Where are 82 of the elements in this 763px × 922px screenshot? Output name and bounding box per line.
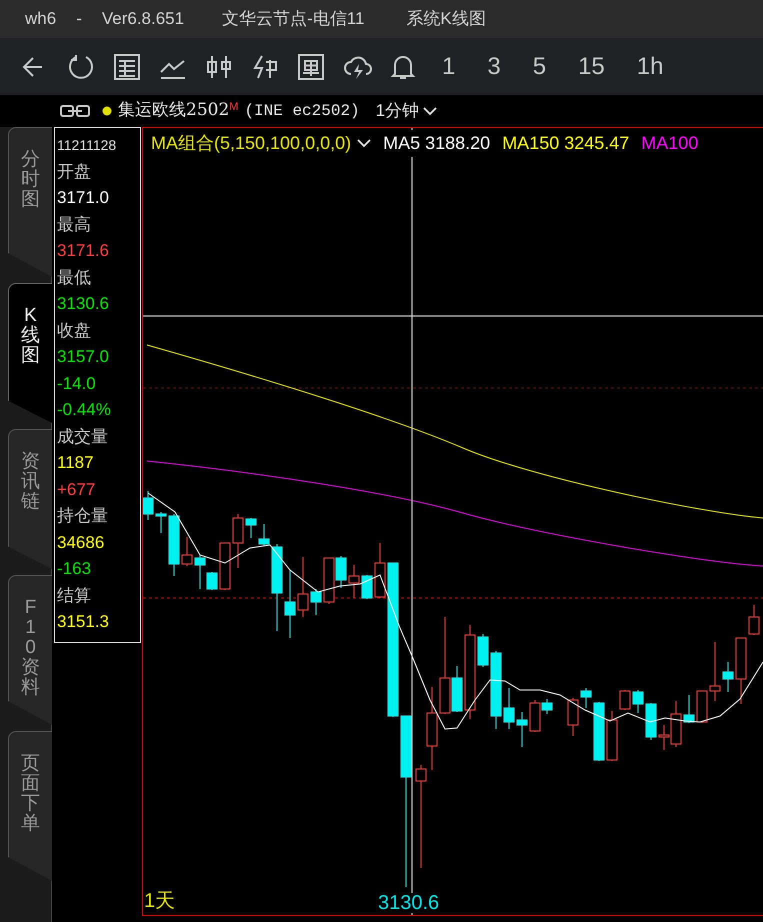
candlestick <box>580 688 592 708</box>
side-tab[interactable]: 分时图 <box>8 127 52 277</box>
quote-text: 结算 <box>57 584 92 606</box>
app-name: wh6 <box>25 8 56 30</box>
quote-text: 开盘 <box>57 160 92 182</box>
period-button[interactable]: 1h <box>628 48 672 84</box>
candlestick <box>722 662 734 692</box>
order-form-icon[interactable] <box>296 52 326 82</box>
period-button[interactable]: 1 <box>434 48 464 84</box>
ma-legend: MA5 3188.20 <box>383 130 490 157</box>
period-button[interactable]: 3 <box>479 48 509 84</box>
candlestick <box>748 604 760 636</box>
quote-text: 成交量 <box>57 426 109 448</box>
ma-legend: MA150 3245.47 <box>502 130 630 157</box>
status-dot <box>102 106 112 116</box>
candlestick <box>736 638 746 704</box>
candlestick <box>646 702 656 740</box>
candlestick <box>348 564 360 598</box>
quote-text: -163 <box>57 558 92 580</box>
quote-text: 11211128 <box>57 136 118 155</box>
candlestick <box>632 690 644 714</box>
ma-legend: MA100 <box>641 130 698 157</box>
ma-group-dropdown[interactable]: MA组合(5,150,100,0,0,0) <box>151 130 372 157</box>
candlestick <box>232 514 244 568</box>
quote-text: 最低 <box>57 266 92 288</box>
candlestick <box>246 518 256 538</box>
candlestick <box>710 642 720 702</box>
contract-code: (INE ec2502) <box>244 101 360 122</box>
quote-text: -0.44% <box>57 399 112 421</box>
candlestick <box>143 490 154 520</box>
candlestick <box>298 556 308 618</box>
candlestick <box>516 712 528 748</box>
period-button[interactable]: 15 <box>570 48 613 84</box>
price-label: 3130.6 <box>378 893 440 913</box>
candlestick <box>258 524 270 546</box>
candlestick <box>684 694 694 724</box>
version-text: Ver6.8.651 <box>102 8 184 30</box>
server-name: 文华云节点-电信11 <box>222 8 364 30</box>
candlestick <box>284 570 296 638</box>
link-icon[interactable] <box>60 104 90 118</box>
candlestick <box>606 710 618 762</box>
candlestick <box>504 688 514 730</box>
quote-text: 1187 <box>57 452 95 474</box>
view-title: 系统K线图 <box>406 8 486 30</box>
candlestick <box>362 574 372 600</box>
caret-icon <box>357 139 372 148</box>
candlestick <box>324 558 334 604</box>
quote-text: +677 <box>57 478 96 500</box>
candlestick <box>374 542 386 598</box>
candlestick <box>478 634 488 668</box>
candlestick <box>220 542 230 590</box>
title-separator: - <box>76 8 82 30</box>
quote-text: 最高 <box>57 214 92 236</box>
period-button[interactable]: 5 <box>524 48 554 84</box>
candlestick <box>156 512 166 534</box>
candlestick <box>168 514 180 576</box>
period-dropdown[interactable]: 1分钟 <box>376 98 438 124</box>
candlestick <box>620 690 630 710</box>
contract-name: 集运欧线2502 <box>118 99 230 122</box>
quote-text: 3157.0 <box>57 346 110 368</box>
quote-text: 3171.0 <box>57 187 110 209</box>
side-tab[interactable]: K线图 <box>8 283 52 423</box>
candlestick <box>568 698 578 736</box>
period-label: 1天 <box>144 891 176 911</box>
quote-text: 3130.6 <box>57 293 110 315</box>
candlestick <box>182 536 192 566</box>
list-icon[interactable] <box>112 52 142 82</box>
side-tab[interactable]: F10资料 <box>8 575 52 725</box>
quote-text: 3151.3 <box>57 611 110 633</box>
contract-mark: M <box>229 100 238 115</box>
caret-icon <box>423 106 438 116</box>
quote-text: -14.0 <box>57 372 97 394</box>
candlestick <box>310 588 322 616</box>
quote-text: 收盘 <box>57 320 92 342</box>
side-tab[interactable]: 资讯链 <box>8 429 52 569</box>
quote-text: 持仓量 <box>57 505 109 527</box>
candlestick <box>336 556 346 588</box>
quote-text: 34686 <box>57 532 106 554</box>
quote-text: 3171.6 <box>57 240 110 262</box>
side-tab[interactable]: 页面下单 <box>8 731 52 881</box>
candlestick <box>594 702 604 762</box>
candlestick <box>696 690 708 724</box>
